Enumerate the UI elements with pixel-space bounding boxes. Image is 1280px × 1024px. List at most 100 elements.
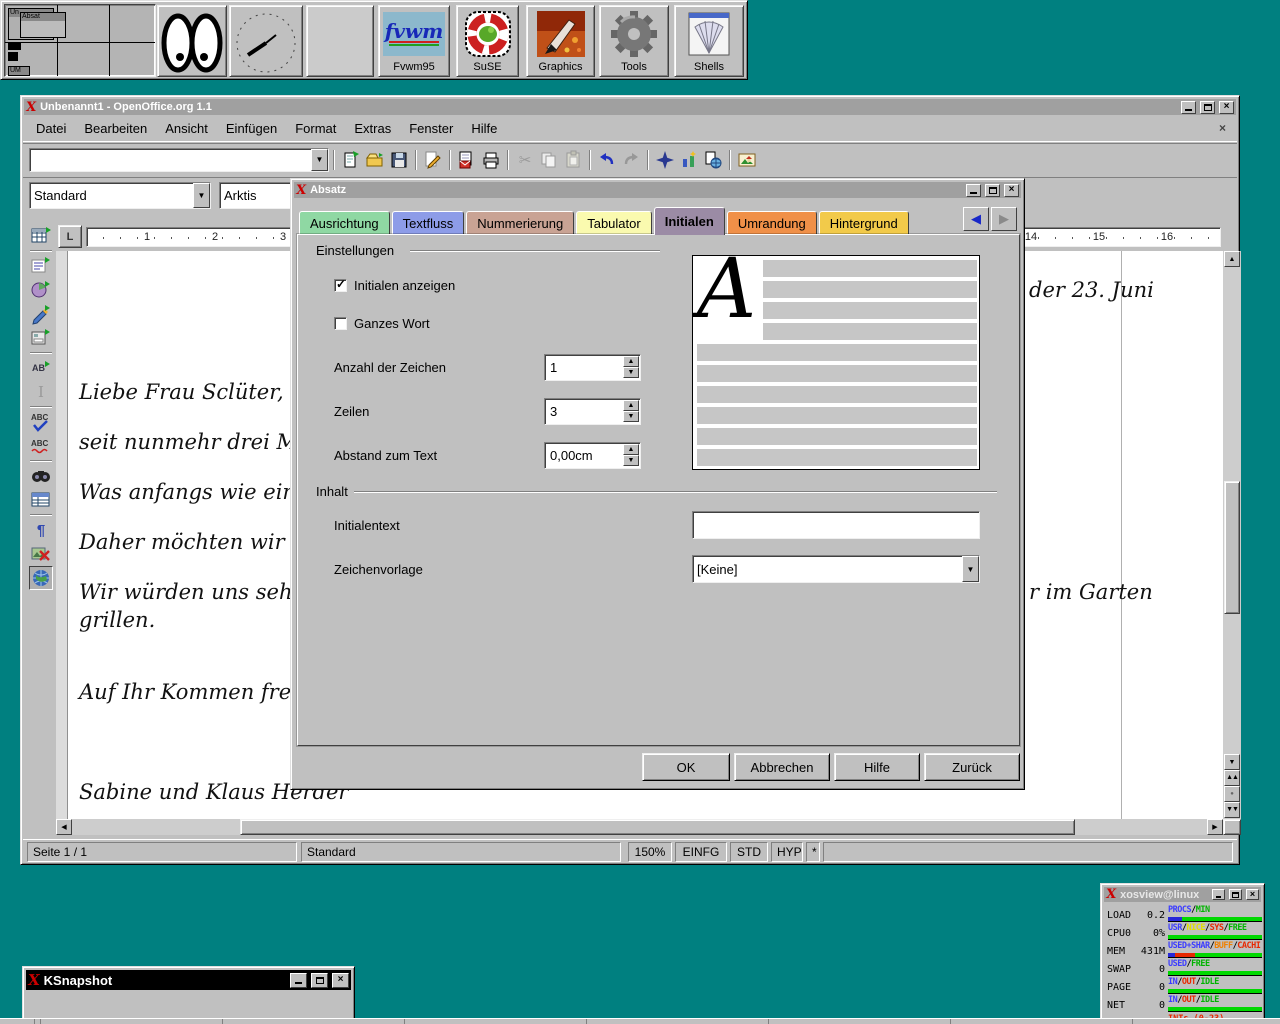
tab-type-selector[interactable]: L xyxy=(58,225,82,248)
insert-fields-icon[interactable] xyxy=(29,254,53,278)
checkbox-initialen-anzeigen[interactable]: ✓ xyxy=(334,279,347,292)
taskbar-top-edge[interactable] xyxy=(0,1018,1280,1024)
spin-value[interactable]: 3 xyxy=(550,404,557,419)
graphics-button[interactable]: Graphics xyxy=(526,5,595,77)
hyperlink-icon[interactable] xyxy=(701,148,725,172)
previous-page-icon[interactable]: ▲▲ xyxy=(1224,770,1240,786)
next-page-icon[interactable]: ▼▼ xyxy=(1224,802,1240,818)
tools-button[interactable]: Tools xyxy=(599,5,669,77)
char-style-combobox[interactable]: [Keine] ▼ xyxy=(692,555,980,583)
minimize-button[interactable] xyxy=(1181,101,1196,114)
cut-icon[interactable]: ✂ xyxy=(513,148,537,172)
tab-hintergrund[interactable]: Hintergrund xyxy=(819,211,909,235)
menu-item-7[interactable]: Hilfe xyxy=(462,117,506,140)
menu-item-4[interactable]: Format xyxy=(286,117,345,140)
minimize-button[interactable] xyxy=(1212,889,1225,900)
pager-mini-window-absatz[interactable]: Absat xyxy=(20,12,66,38)
paste-icon[interactable] xyxy=(561,148,585,172)
suse-button[interactable]: SuSE xyxy=(456,5,519,77)
menu-item-1[interactable]: Bearbeiten xyxy=(75,117,156,140)
clock-button[interactable] xyxy=(229,5,303,77)
scroll-right-icon[interactable]: ▶ xyxy=(1207,819,1223,835)
writer-titlebar[interactable]: X Unbenannt1 - OpenOffice.org 1.1 × xyxy=(24,99,1236,115)
scroll-down-icon[interactable]: ▼ xyxy=(1224,754,1240,770)
menu-item-0[interactable]: Datei xyxy=(27,117,75,140)
find-replace-icon[interactable] xyxy=(29,464,53,488)
spin-up-icon[interactable]: ▲ xyxy=(623,400,639,411)
open-icon[interactable] xyxy=(363,148,387,172)
maximize-button[interactable] xyxy=(311,973,328,988)
autotext-icon[interactable]: AB xyxy=(29,356,53,380)
status-hyperlink-mode[interactable]: HYP xyxy=(771,842,803,862)
scroll-left-icon[interactable]: ◀ xyxy=(56,819,72,835)
ok-button[interactable]: OK xyxy=(642,753,730,781)
spin-value[interactable]: 1 xyxy=(550,360,557,375)
gallery-icon[interactable] xyxy=(735,148,759,172)
draw-functions-icon[interactable] xyxy=(29,302,53,326)
pager-iconified-window[interactable] xyxy=(8,52,18,61)
spin-value[interactable]: 0,00cm xyxy=(550,448,593,463)
status-insert-mode[interactable]: EINFG xyxy=(675,842,727,862)
minimize-button[interactable] xyxy=(966,184,981,197)
blank-panel-button[interactable] xyxy=(306,5,374,77)
close-button[interactable]: × xyxy=(332,973,349,988)
status-selection-mode[interactable]: STD xyxy=(730,842,768,862)
paragraph-style-combobox[interactable]: Standard ▼ xyxy=(29,182,211,209)
autospellcheck-icon[interactable]: ABC xyxy=(29,434,53,458)
form-functions-icon[interactable] xyxy=(29,326,53,350)
tab-ausrichtung[interactable]: Ausrichtung xyxy=(299,211,390,235)
maximize-button[interactable] xyxy=(1200,101,1215,114)
chevron-down-icon[interactable]: ▼ xyxy=(193,183,210,208)
spin-down-icon[interactable]: ▼ xyxy=(623,411,639,422)
menu-item-6[interactable]: Fenster xyxy=(400,117,462,140)
status-page-style[interactable]: Standard xyxy=(301,842,621,862)
graphics-toggle-icon[interactable] xyxy=(29,542,53,566)
dialog-titlebar[interactable]: X Absatz × xyxy=(294,182,1021,198)
nonprinting-characters-icon[interactable]: ¶ xyxy=(29,518,53,542)
cancel-button[interactable]: Abbrechen xyxy=(734,753,830,781)
close-button[interactable]: × xyxy=(1246,889,1259,900)
navigation-dot-icon[interactable]: ● xyxy=(1224,786,1240,802)
data-sources-icon[interactable] xyxy=(29,488,53,512)
close-button[interactable]: × xyxy=(1219,101,1234,114)
tab-textfluss[interactable]: Textfluss xyxy=(392,211,465,235)
edit-document-icon[interactable] xyxy=(421,148,445,172)
back-button[interactable]: Zurück xyxy=(924,753,1020,781)
maximize-button[interactable] xyxy=(985,184,1000,197)
spin-down-icon[interactable]: ▼ xyxy=(623,455,639,466)
close-button[interactable]: × xyxy=(1004,184,1019,197)
status-zoom[interactable]: 150% xyxy=(628,842,672,862)
spin-down-icon[interactable]: ▼ xyxy=(623,367,639,378)
maximize-button[interactable] xyxy=(1229,889,1242,900)
dropcap-text-input[interactable] xyxy=(692,511,980,539)
redo-icon[interactable] xyxy=(619,148,643,172)
vertical-scrollbar-thumb[interactable] xyxy=(1224,481,1240,614)
spin-up-icon[interactable]: ▲ xyxy=(623,444,639,455)
tab-initialen[interactable]: Initialen xyxy=(654,207,725,235)
ksnapshot-titlebar[interactable]: X KSnapshot × xyxy=(26,970,351,990)
tab-scroll-right-button[interactable]: ▶ xyxy=(991,207,1017,231)
menu-item-2[interactable]: Ansicht xyxy=(156,117,217,140)
print-icon[interactable] xyxy=(479,148,503,172)
scroll-up-icon[interactable]: ▲ xyxy=(1224,251,1240,267)
menu-item-5[interactable]: Extras xyxy=(345,117,400,140)
pager-iconified-window[interactable] xyxy=(8,43,21,50)
save-icon[interactable] xyxy=(387,148,411,172)
xosview-titlebar[interactable]: X xosview@linux × xyxy=(1104,887,1261,902)
new-document-icon[interactable] xyxy=(339,148,363,172)
menu-item-3[interactable]: Einfügen xyxy=(217,117,286,140)
chevron-down-icon[interactable]: ▼ xyxy=(962,556,979,582)
fvwm-pager[interactable]: Un Absat UM xyxy=(4,4,156,77)
lines-spinner[interactable]: 3 ▲ ▼ xyxy=(544,398,641,425)
vertical-scrollbar[interactable]: ▲ ▼ ▲▲ ● ▼▼ xyxy=(1223,251,1241,819)
stylist-icon[interactable] xyxy=(677,148,701,172)
xeyes-button[interactable] xyxy=(157,5,227,77)
shells-button[interactable]: Shells xyxy=(674,5,744,77)
tab-nummerierung[interactable]: Nummerierung xyxy=(466,211,574,235)
direct-cursor-icon[interactable]: I xyxy=(29,380,53,404)
insert-objects-icon[interactable] xyxy=(29,278,53,302)
copy-icon[interactable] xyxy=(537,148,561,172)
tab-tabulator[interactable]: Tabulator xyxy=(576,211,651,235)
online-layout-icon[interactable] xyxy=(29,566,53,590)
chevron-down-icon[interactable]: ▼ xyxy=(311,149,328,171)
